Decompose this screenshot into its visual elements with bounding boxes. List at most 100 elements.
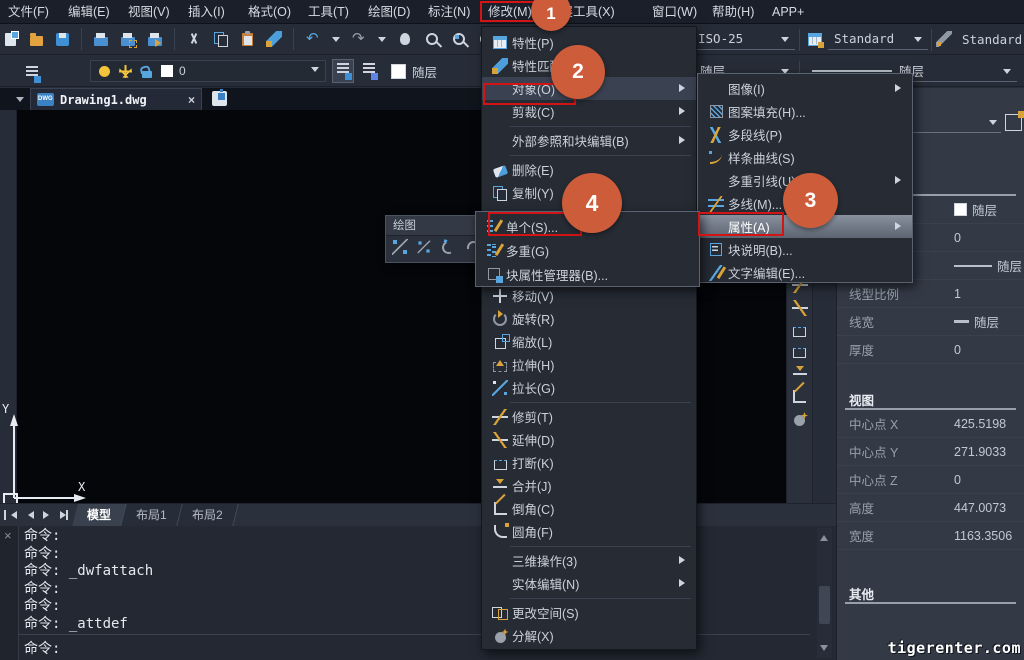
menu-item-stretch[interactable]: 拉伸(H): [482, 353, 696, 376]
property-row-thickness[interactable]: 厚度 0: [837, 336, 1024, 364]
scrollbar-thumb[interactable]: [819, 586, 830, 624]
pan-icon[interactable]: [400, 33, 410, 45]
menu-item-extend[interactable]: 延伸(D): [482, 428, 696, 451]
menu-item-join[interactable]: 合并(J): [482, 474, 696, 497]
menu-view[interactable]: 视图(V): [126, 0, 186, 24]
menu-item-lengthen[interactable]: 拉长(G): [482, 376, 696, 399]
property-row-width[interactable]: 宽度 1163.3506: [837, 522, 1024, 550]
redo-dropdown-icon[interactable]: [378, 37, 386, 46]
join-icon[interactable]: [792, 365, 808, 381]
menu-edit[interactable]: 编辑(E): [66, 0, 126, 24]
menu-item-chamfer[interactable]: 倒角(C): [482, 497, 696, 520]
prev-tab-icon[interactable]: [21, 508, 35, 522]
menu-item-3d-operations[interactable]: 三维操作(3): [482, 549, 696, 572]
submenu-item-image[interactable]: 图像(I): [698, 77, 912, 100]
command-window[interactable]: × 命令: 命令: 命令: _dwfattach 命令: 命令: 命令: _at…: [0, 525, 836, 660]
menu-item-break[interactable]: 打断(K): [482, 451, 696, 474]
redo-icon[interactable]: [351, 31, 367, 47]
dropdown-arrow-icon[interactable]: [989, 120, 997, 129]
paste-icon[interactable]: [242, 33, 253, 46]
last-tab-icon[interactable]: [55, 508, 69, 522]
property-row-center-y[interactable]: 中心点 Y 271.9033: [837, 438, 1024, 466]
make-layer-current-button[interactable]: [332, 59, 354, 83]
command-prompt[interactable]: 命令:: [24, 638, 60, 658]
popup-item-block-attribute-manager[interactable]: 块属性管理器(B)...: [476, 262, 699, 286]
layer-properties-manager-icon[interactable]: [26, 66, 38, 82]
property-row-center-z[interactable]: 中心点 Z 0: [837, 466, 1024, 494]
save-icon[interactable]: [56, 33, 69, 46]
submenu-item-block-description[interactable]: 块说明(B)...: [698, 238, 912, 261]
xline-icon[interactable]: [418, 241, 431, 254]
menu-tools[interactable]: 工具(T): [306, 0, 366, 24]
cut-icon[interactable]: [186, 31, 202, 47]
extend-icon[interactable]: [792, 300, 808, 316]
chamfer-icon[interactable]: [793, 390, 806, 403]
menu-item-scale[interactable]: 缩放(L): [482, 330, 696, 353]
line-icon[interactable]: [392, 239, 408, 255]
menu-format[interactable]: 格式(O): [246, 0, 306, 24]
property-row-lineweight[interactable]: 线宽 随层: [837, 308, 1024, 336]
popup-item-multiple[interactable]: 多重(G): [476, 238, 699, 262]
break-icon[interactable]: [793, 327, 806, 337]
scroll-down-icon[interactable]: [820, 645, 828, 655]
publish-icon[interactable]: [148, 37, 162, 46]
table-style-combo[interactable]: Standard: [958, 28, 1024, 50]
submenu-item-hatch[interactable]: 图案填充(H)...: [698, 100, 912, 123]
tab-layout1[interactable]: 布局1: [121, 504, 182, 526]
document-tab[interactable]: Drawing1.dwg ×: [30, 88, 202, 110]
menu-window[interactable]: 窗口(W): [650, 0, 710, 24]
dropdown-arrow-icon[interactable]: [914, 37, 922, 46]
explode-icon[interactable]: [794, 415, 805, 426]
menu-item-change-space[interactable]: 更改空间(S): [482, 601, 696, 624]
menu-item-move[interactable]: 移动(V): [482, 284, 696, 307]
undo-icon[interactable]: [305, 31, 321, 47]
layer-previous-button[interactable]: [358, 59, 380, 83]
quick-select-icon[interactable]: [1005, 114, 1022, 131]
new-document-icon[interactable]: [212, 91, 227, 106]
match-properties-icon[interactable]: [266, 31, 282, 47]
next-tab-icon[interactable]: [38, 508, 52, 522]
menu-item-xref-block-edit[interactable]: 外部参照和块编辑(B): [482, 129, 696, 152]
zoom-realtime-icon[interactable]: [426, 33, 438, 45]
menu-file[interactable]: 文件(F): [6, 0, 66, 24]
menu-help[interactable]: 帮助(H): [710, 0, 770, 24]
submenu-item-text-edit[interactable]: 文字编辑(E)...: [698, 261, 912, 284]
menu-dimension[interactable]: 标注(N): [426, 0, 486, 24]
submenu-item-spline[interactable]: 样条曲线(S): [698, 146, 912, 169]
menu-item-fillet[interactable]: 圆角(F): [482, 520, 696, 543]
zoom-window-icon[interactable]: [453, 33, 465, 45]
print-preview-icon[interactable]: [121, 37, 135, 46]
close-document-icon[interactable]: ×: [188, 93, 195, 107]
undo-dropdown-icon[interactable]: [332, 37, 340, 46]
copy-clip-icon[interactable]: [213, 31, 229, 47]
property-row-height[interactable]: 高度 447.0073: [837, 494, 1024, 522]
property-row-linetype-scale[interactable]: 线型比例 1: [837, 280, 1024, 308]
first-tab-icon[interactable]: [4, 508, 18, 522]
style-edit-icon[interactable]: [936, 31, 952, 47]
doc-list-dropdown-icon[interactable]: [16, 97, 24, 106]
layer-combo[interactable]: 0: [90, 60, 326, 82]
menu-item-explode[interactable]: 分解(X): [482, 624, 696, 647]
submenu-item-polyline[interactable]: 多段线(P): [698, 123, 912, 146]
menu-item-solid-editing[interactable]: 实体编辑(N): [482, 572, 696, 595]
arc-icon[interactable]: [440, 239, 457, 256]
property-row-center-x[interactable]: 中心点 X 425.5198: [837, 410, 1024, 438]
open-file-icon[interactable]: [30, 36, 43, 46]
dropdown-arrow-icon[interactable]: [311, 67, 319, 76]
menu-draw[interactable]: 绘图(D): [366, 0, 426, 24]
menu-insert[interactable]: 插入(I): [186, 0, 246, 24]
print-icon[interactable]: [94, 37, 108, 46]
new-file-icon[interactable]: [5, 33, 16, 46]
menu-item-clip[interactable]: 剪裁(C): [482, 100, 696, 123]
scroll-up-icon[interactable]: [820, 531, 828, 541]
break-at-point-icon[interactable]: [793, 348, 806, 358]
dropdown-arrow-icon[interactable]: [1003, 69, 1011, 78]
close-command-window-icon[interactable]: ×: [4, 528, 12, 543]
menu-app-plus[interactable]: APP+: [770, 0, 830, 24]
tab-model[interactable]: 模型: [72, 504, 127, 526]
menu-item-trim[interactable]: 修剪(T): [482, 405, 696, 428]
table-style-icon[interactable]: [808, 33, 822, 46]
text-style-combo[interactable]: Standard: [828, 28, 928, 50]
command-scrollbar[interactable]: [817, 528, 832, 658]
tab-layout2[interactable]: 布局2: [177, 504, 238, 526]
